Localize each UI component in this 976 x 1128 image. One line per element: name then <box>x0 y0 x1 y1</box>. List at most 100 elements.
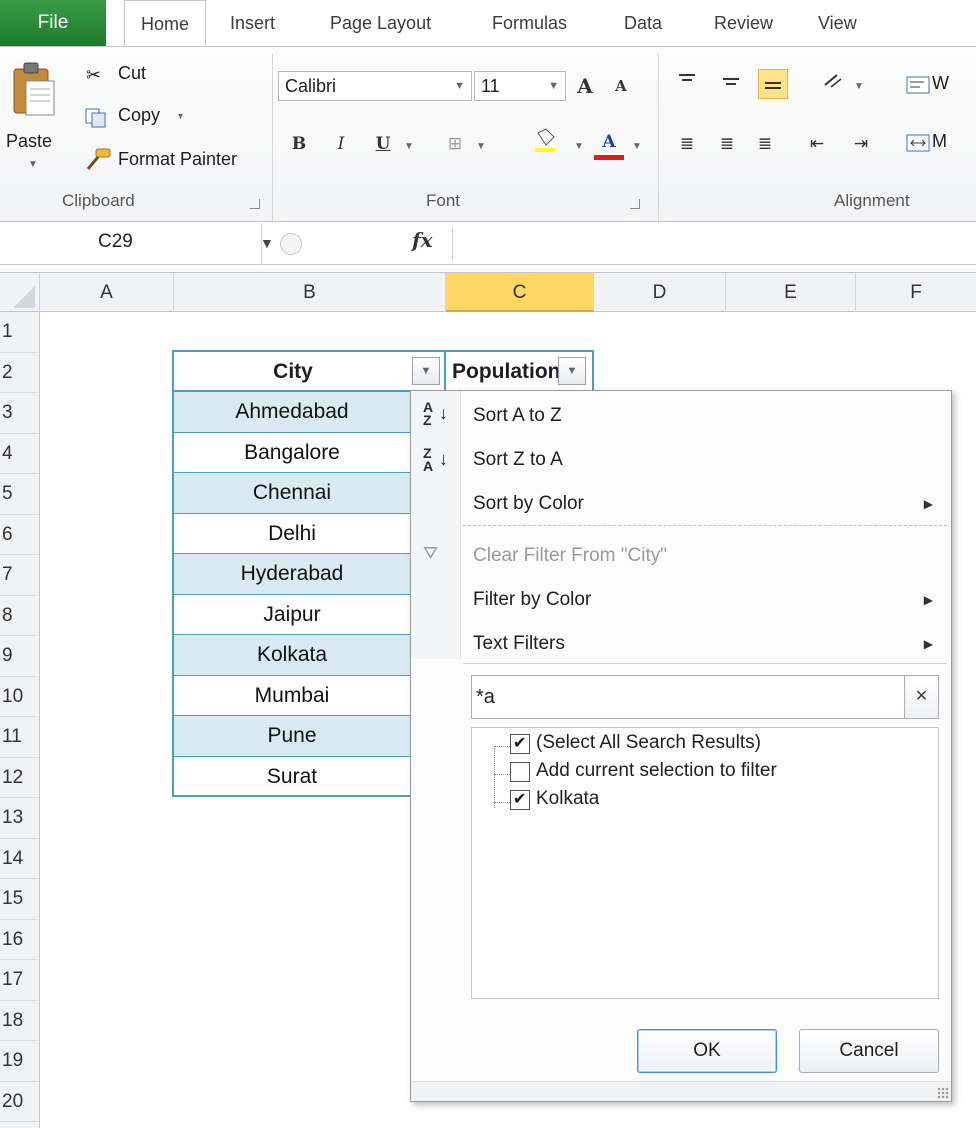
row-header[interactable]: 12 <box>0 758 39 798</box>
table-cell-city[interactable]: Jaipur <box>172 594 410 635</box>
orientation-icon[interactable] <box>818 69 848 99</box>
orientation-dropdown-icon[interactable]: ▼ <box>854 81 864 92</box>
tab-insert[interactable]: Insert <box>224 0 281 46</box>
column-header-b[interactable]: B <box>174 273 446 312</box>
table-cell-city[interactable]: Surat <box>172 756 410 797</box>
table-cell-city[interactable]: Pune <box>172 716 410 757</box>
align-center-icon[interactable]: ≣ <box>712 129 742 159</box>
column-header-f[interactable]: F <box>856 273 976 312</box>
list-item[interactable]: (Select All Search Results) <box>536 732 761 754</box>
tab-file[interactable]: File <box>0 0 106 46</box>
add-selection-checkbox[interactable] <box>510 762 530 782</box>
formula-input[interactable] <box>454 223 976 265</box>
row-header[interactable]: 11 <box>0 717 39 758</box>
tab-view[interactable]: View <box>812 0 863 46</box>
fill-color-dropdown-icon[interactable]: ▼ <box>574 141 584 152</box>
filter-search-input[interactable]: *a ✕ <box>471 675 939 719</box>
row-header[interactable]: 6 <box>0 515 39 555</box>
chevron-down-icon[interactable]: ▼ <box>260 235 274 251</box>
table-cell-city[interactable]: Kolkata <box>172 635 410 676</box>
insert-function-button[interactable]: fx <box>412 228 433 252</box>
table-cell-city[interactable]: Ahmedabad <box>172 392 410 433</box>
name-box[interactable]: C29 ▼ <box>0 223 274 265</box>
row-header[interactable]: 16 <box>0 920 39 960</box>
borders-dropdown-icon[interactable]: ▼ <box>476 141 486 152</box>
row-header[interactable]: 3 <box>0 393 39 434</box>
borders-icon[interactable]: ⊞ <box>440 129 470 159</box>
clear-filter-item[interactable]: Clear Filter From "City" <box>473 545 667 567</box>
font-launcher-icon[interactable] <box>630 199 640 209</box>
paste-icon[interactable] <box>10 61 58 124</box>
align-right-icon[interactable]: ≣ <box>750 129 780 159</box>
kolkata-checkbox[interactable] <box>510 789 530 810</box>
table-cell-city[interactable]: Chennai <box>172 473 410 514</box>
align-top-icon[interactable] <box>672 69 702 99</box>
column-header-d[interactable]: D <box>594 273 726 312</box>
population-filter-button[interactable]: ▼ <box>558 357 586 385</box>
header-cell-population[interactable]: Population ▼ <box>446 350 594 392</box>
wrap-text-icon[interactable] <box>906 75 930 100</box>
grow-font-button[interactable]: A <box>570 71 600 101</box>
clear-search-icon[interactable]: ✕ <box>904 676 938 718</box>
align-bottom-icon[interactable] <box>758 69 788 99</box>
copy-button[interactable]: Copy <box>118 105 160 126</box>
resize-grip-icon[interactable] <box>937 1087 949 1099</box>
row-header[interactable]: 13 <box>0 798 39 839</box>
city-filter-button[interactable]: ▼ <box>412 357 440 385</box>
merge-center-icon[interactable] <box>906 133 930 158</box>
column-header-a[interactable]: A <box>40 273 174 312</box>
wrap-text-button[interactable]: W <box>932 73 949 94</box>
row-header[interactable]: 15 <box>0 879 39 920</box>
merge-center-button[interactable]: M <box>932 131 947 152</box>
list-item[interactable]: Add current selection to filter <box>536 760 777 782</box>
increase-indent-icon[interactable]: ⇥ <box>846 129 876 159</box>
underline-dropdown-icon[interactable]: ▼ <box>404 141 414 152</box>
underline-button[interactable]: U <box>368 129 398 159</box>
formula-cancel-icon[interactable] <box>280 233 302 255</box>
font-color-button[interactable]: A <box>594 127 624 157</box>
text-filters-item[interactable]: Text Filters <box>473 633 565 655</box>
row-header[interactable]: 1 <box>0 312 39 353</box>
row-header[interactable]: 20 <box>0 1082 39 1122</box>
row-header[interactable]: 4 <box>0 434 39 474</box>
row-header[interactable]: 10 <box>0 677 39 717</box>
row-header[interactable]: 2 <box>0 353 39 393</box>
tab-formulas[interactable]: Formulas <box>486 0 573 46</box>
row-header[interactable]: 8 <box>0 596 39 636</box>
row-header[interactable]: 7 <box>0 555 39 596</box>
select-all-checkbox[interactable] <box>510 733 530 754</box>
list-item[interactable]: Kolkata <box>536 788 599 810</box>
column-header-e[interactable]: E <box>726 273 856 312</box>
table-cell-city[interactable]: Hyderabad <box>172 554 410 595</box>
table-cell-city[interactable]: Mumbai <box>172 675 410 716</box>
tab-home[interactable]: Home <box>124 0 206 47</box>
row-header[interactable]: 14 <box>0 839 39 879</box>
decrease-indent-icon[interactable]: ⇤ <box>802 129 832 159</box>
row-header[interactable]: 17 <box>0 960 39 1001</box>
font-size-combo[interactable]: 11 ▼ <box>474 71 566 101</box>
cut-button[interactable]: Cut <box>118 63 146 84</box>
table-cell-city[interactable]: Delhi <box>172 513 410 554</box>
clipboard-launcher-icon[interactable] <box>250 199 260 209</box>
paste-button[interactable]: Paste <box>6 131 52 152</box>
tab-data[interactable]: Data <box>618 0 668 46</box>
sort-by-color-item[interactable]: Sort by Color <box>473 493 584 515</box>
table-cell-city[interactable]: Bangalore <box>172 432 410 473</box>
align-middle-icon[interactable] <box>716 69 746 99</box>
paste-dropdown-icon[interactable]: ▼ <box>28 159 38 170</box>
italic-button[interactable]: I <box>326 129 356 159</box>
sort-a-to-z-item[interactable]: Sort A to Z <box>473 405 562 427</box>
select-all-corner[interactable] <box>0 273 40 312</box>
font-color-dropdown-icon[interactable]: ▼ <box>632 141 642 152</box>
header-cell-city[interactable]: City ▼ <box>172 350 446 392</box>
cancel-button[interactable]: Cancel <box>799 1029 939 1073</box>
shrink-font-button[interactable]: A <box>606 71 636 101</box>
ok-button[interactable]: OK <box>637 1029 777 1073</box>
font-name-combo[interactable]: Calibri ▼ <box>278 71 472 101</box>
fill-color-icon[interactable] <box>530 127 560 157</box>
row-header[interactable]: 5 <box>0 474 39 515</box>
tab-review[interactable]: Review <box>708 0 779 46</box>
tab-page-layout[interactable]: Page Layout <box>324 0 437 46</box>
row-header[interactable]: 19 <box>0 1041 39 1082</box>
bold-button[interactable]: B <box>284 129 314 159</box>
